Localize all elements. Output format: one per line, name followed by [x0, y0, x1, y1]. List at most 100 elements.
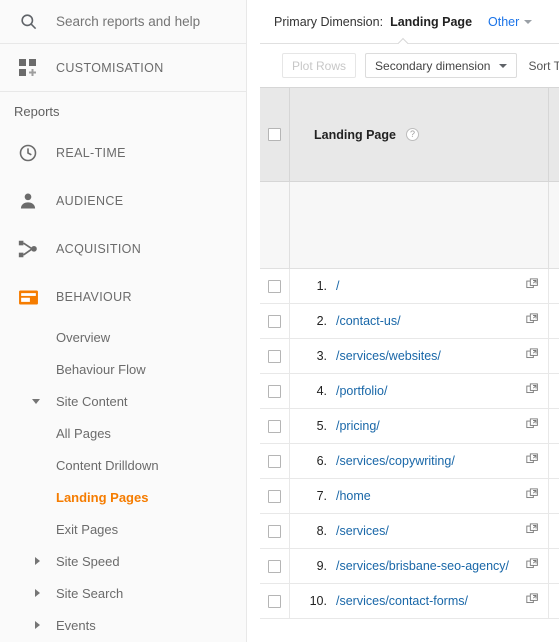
row-checkbox-cell[interactable] [260, 479, 290, 513]
other-dimension-label: Other [488, 14, 520, 29]
secondary-dimension-button[interactable]: Secondary dimension [365, 53, 518, 78]
sidebar-subitem-exit-pages[interactable]: Exit Pages [0, 513, 246, 545]
row-checkbox-cell[interactable] [260, 304, 290, 338]
row-checkbox[interactable] [268, 349, 281, 363]
row-checkbox[interactable] [268, 594, 281, 608]
open-in-new-window-icon[interactable] [526, 487, 539, 505]
summary-checkbox-cell [260, 182, 290, 268]
select-all-checkbox[interactable] [268, 128, 281, 141]
plot-rows-button[interactable]: Plot Rows [282, 53, 357, 78]
sidebar-subitem-all-pages[interactable]: All Pages [0, 417, 246, 449]
landing-page-link[interactable]: /services/brisbane-seo-agency/ [336, 559, 509, 573]
landing-page-link[interactable]: / [336, 279, 339, 293]
sidebar-item-audience[interactable]: AUDIENCE [0, 177, 246, 225]
sidebar-item-label: ACQUISITION [56, 242, 142, 256]
acquisition-icon [0, 238, 56, 260]
other-dimension-dropdown[interactable]: Other [488, 14, 533, 29]
open-in-new-window-icon[interactable] [526, 557, 539, 575]
row-checkbox[interactable] [268, 419, 281, 433]
plot-rows-label: Plot Rows [292, 58, 347, 73]
sidebar-subitem-landing-pages[interactable]: Landing Pages [0, 481, 246, 513]
sidebar-subitem-label: Site Speed [56, 553, 120, 569]
row-checkbox-cell[interactable] [260, 374, 290, 408]
landing-page-link[interactable]: /services/websites/ [336, 349, 441, 363]
landing-page-link[interactable]: /home [336, 489, 371, 503]
chevron-right-icon[interactable] [0, 621, 56, 629]
sidebar-subitem-content-drilldown[interactable]: Content Drilldown [0, 449, 246, 481]
sidebar-item-label: CUSTOMISATION [56, 60, 164, 75]
sidebar-item-real-time[interactable]: REAL-TIME [0, 129, 246, 177]
sidebar-subitem-site-search[interactable]: Site Search [0, 577, 246, 609]
sidebar-subitem-overview[interactable]: Overview [0, 321, 246, 353]
open-in-new-window-icon[interactable] [526, 592, 539, 610]
sidebar-subitem-site-speed[interactable]: Site Speed [0, 545, 246, 577]
sidebar-subitem-site-content[interactable]: Site Content [0, 385, 246, 417]
landing-page-column-header[interactable]: Landing Page ? [290, 88, 549, 181]
row-checkbox-cell[interactable] [260, 444, 290, 478]
search-bar[interactable] [0, 0, 246, 44]
row-checkbox-cell[interactable] [260, 584, 290, 618]
chevron-down-icon[interactable] [0, 398, 56, 404]
row-checkbox[interactable] [268, 489, 281, 503]
select-all-cell[interactable] [260, 88, 290, 181]
open-in-new-window-icon[interactable] [526, 522, 539, 540]
landing-page-link[interactable]: /services/ [336, 524, 389, 538]
landing-page-link[interactable]: /contact-us/ [336, 314, 401, 328]
secondary-dimension-label: Secondary dimension [375, 58, 491, 73]
row-checkbox[interactable] [268, 279, 281, 293]
sidebar-item-behaviour[interactable]: BEHAVIOUR [0, 273, 246, 321]
row-checkbox[interactable] [268, 559, 281, 573]
sidebar-subitem-label: Landing Pages [56, 489, 149, 505]
row-checkbox-cell[interactable] [260, 339, 290, 373]
table-row: 6. /services/copywriting/ [260, 444, 559, 479]
table-row: 7. /home [260, 479, 559, 514]
sidebar-subitem-label: All Pages [56, 425, 111, 441]
open-in-new-window-icon[interactable] [526, 277, 539, 295]
table-row: 9. /services/brisbane-seo-agency/ [260, 549, 559, 584]
row-checkbox-cell[interactable] [260, 514, 290, 548]
behaviour-icon [0, 287, 56, 308]
sidebar-subitem-label: Site Content [56, 393, 128, 409]
row-metric-cell [549, 584, 559, 618]
open-in-new-window-icon[interactable] [526, 347, 539, 365]
row-main-cell: 8. /services/ [290, 514, 549, 548]
sidebar-subitem-events[interactable]: Events [0, 609, 246, 641]
row-checkbox[interactable] [268, 384, 281, 398]
row-main-cell: 3. /services/websites/ [290, 339, 549, 373]
row-metric-cell [549, 339, 559, 373]
table-row: 8. /services/ [260, 514, 559, 549]
metric-column-header-partial[interactable] [549, 88, 559, 181]
row-checkbox-cell[interactable] [260, 409, 290, 443]
open-in-new-window-icon[interactable] [526, 312, 539, 330]
row-checkbox[interactable] [268, 454, 281, 468]
row-checkbox-cell[interactable] [260, 549, 290, 583]
row-main-cell: 6. /services/copywriting/ [290, 444, 549, 478]
person-icon [0, 191, 56, 211]
open-in-new-window-icon[interactable] [526, 452, 539, 470]
row-index: 10. [309, 594, 327, 608]
main-content: Primary Dimension: Landing Page Other Pl… [260, 0, 559, 642]
row-checkbox-cell[interactable] [260, 269, 290, 303]
sidebar-item-acquisition[interactable]: ACQUISITION [0, 225, 246, 273]
clock-icon [0, 143, 56, 163]
landing-page-link[interactable]: /pricing/ [336, 419, 380, 433]
landing-page-link[interactable]: /services/contact-forms/ [336, 594, 468, 608]
open-in-new-window-icon[interactable] [526, 382, 539, 400]
landing-page-link[interactable]: /portfolio/ [336, 384, 387, 398]
help-icon[interactable]: ? [405, 128, 419, 141]
chevron-down-icon [499, 63, 508, 68]
row-main-cell: 7. /home [290, 479, 549, 513]
table-header-row: Landing Page ? [260, 87, 559, 182]
row-checkbox[interactable] [268, 314, 281, 328]
row-checkbox[interactable] [268, 524, 281, 538]
search-input[interactable] [56, 14, 236, 29]
sidebar-item-customisation[interactable]: CUSTOMISATION [0, 44, 246, 92]
landing-page-link[interactable]: /services/copywriting/ [336, 454, 455, 468]
chevron-right-icon[interactable] [0, 557, 56, 565]
chevron-right-icon[interactable] [0, 589, 56, 597]
row-index: 4. [316, 384, 327, 398]
row-main-cell: 9. /services/brisbane-seo-agency/ [290, 549, 549, 583]
primary-dimension-value[interactable]: Landing Page [390, 15, 472, 29]
open-in-new-window-icon[interactable] [526, 417, 539, 435]
sidebar-subitem-behaviour-flow[interactable]: Behaviour Flow [0, 353, 246, 385]
